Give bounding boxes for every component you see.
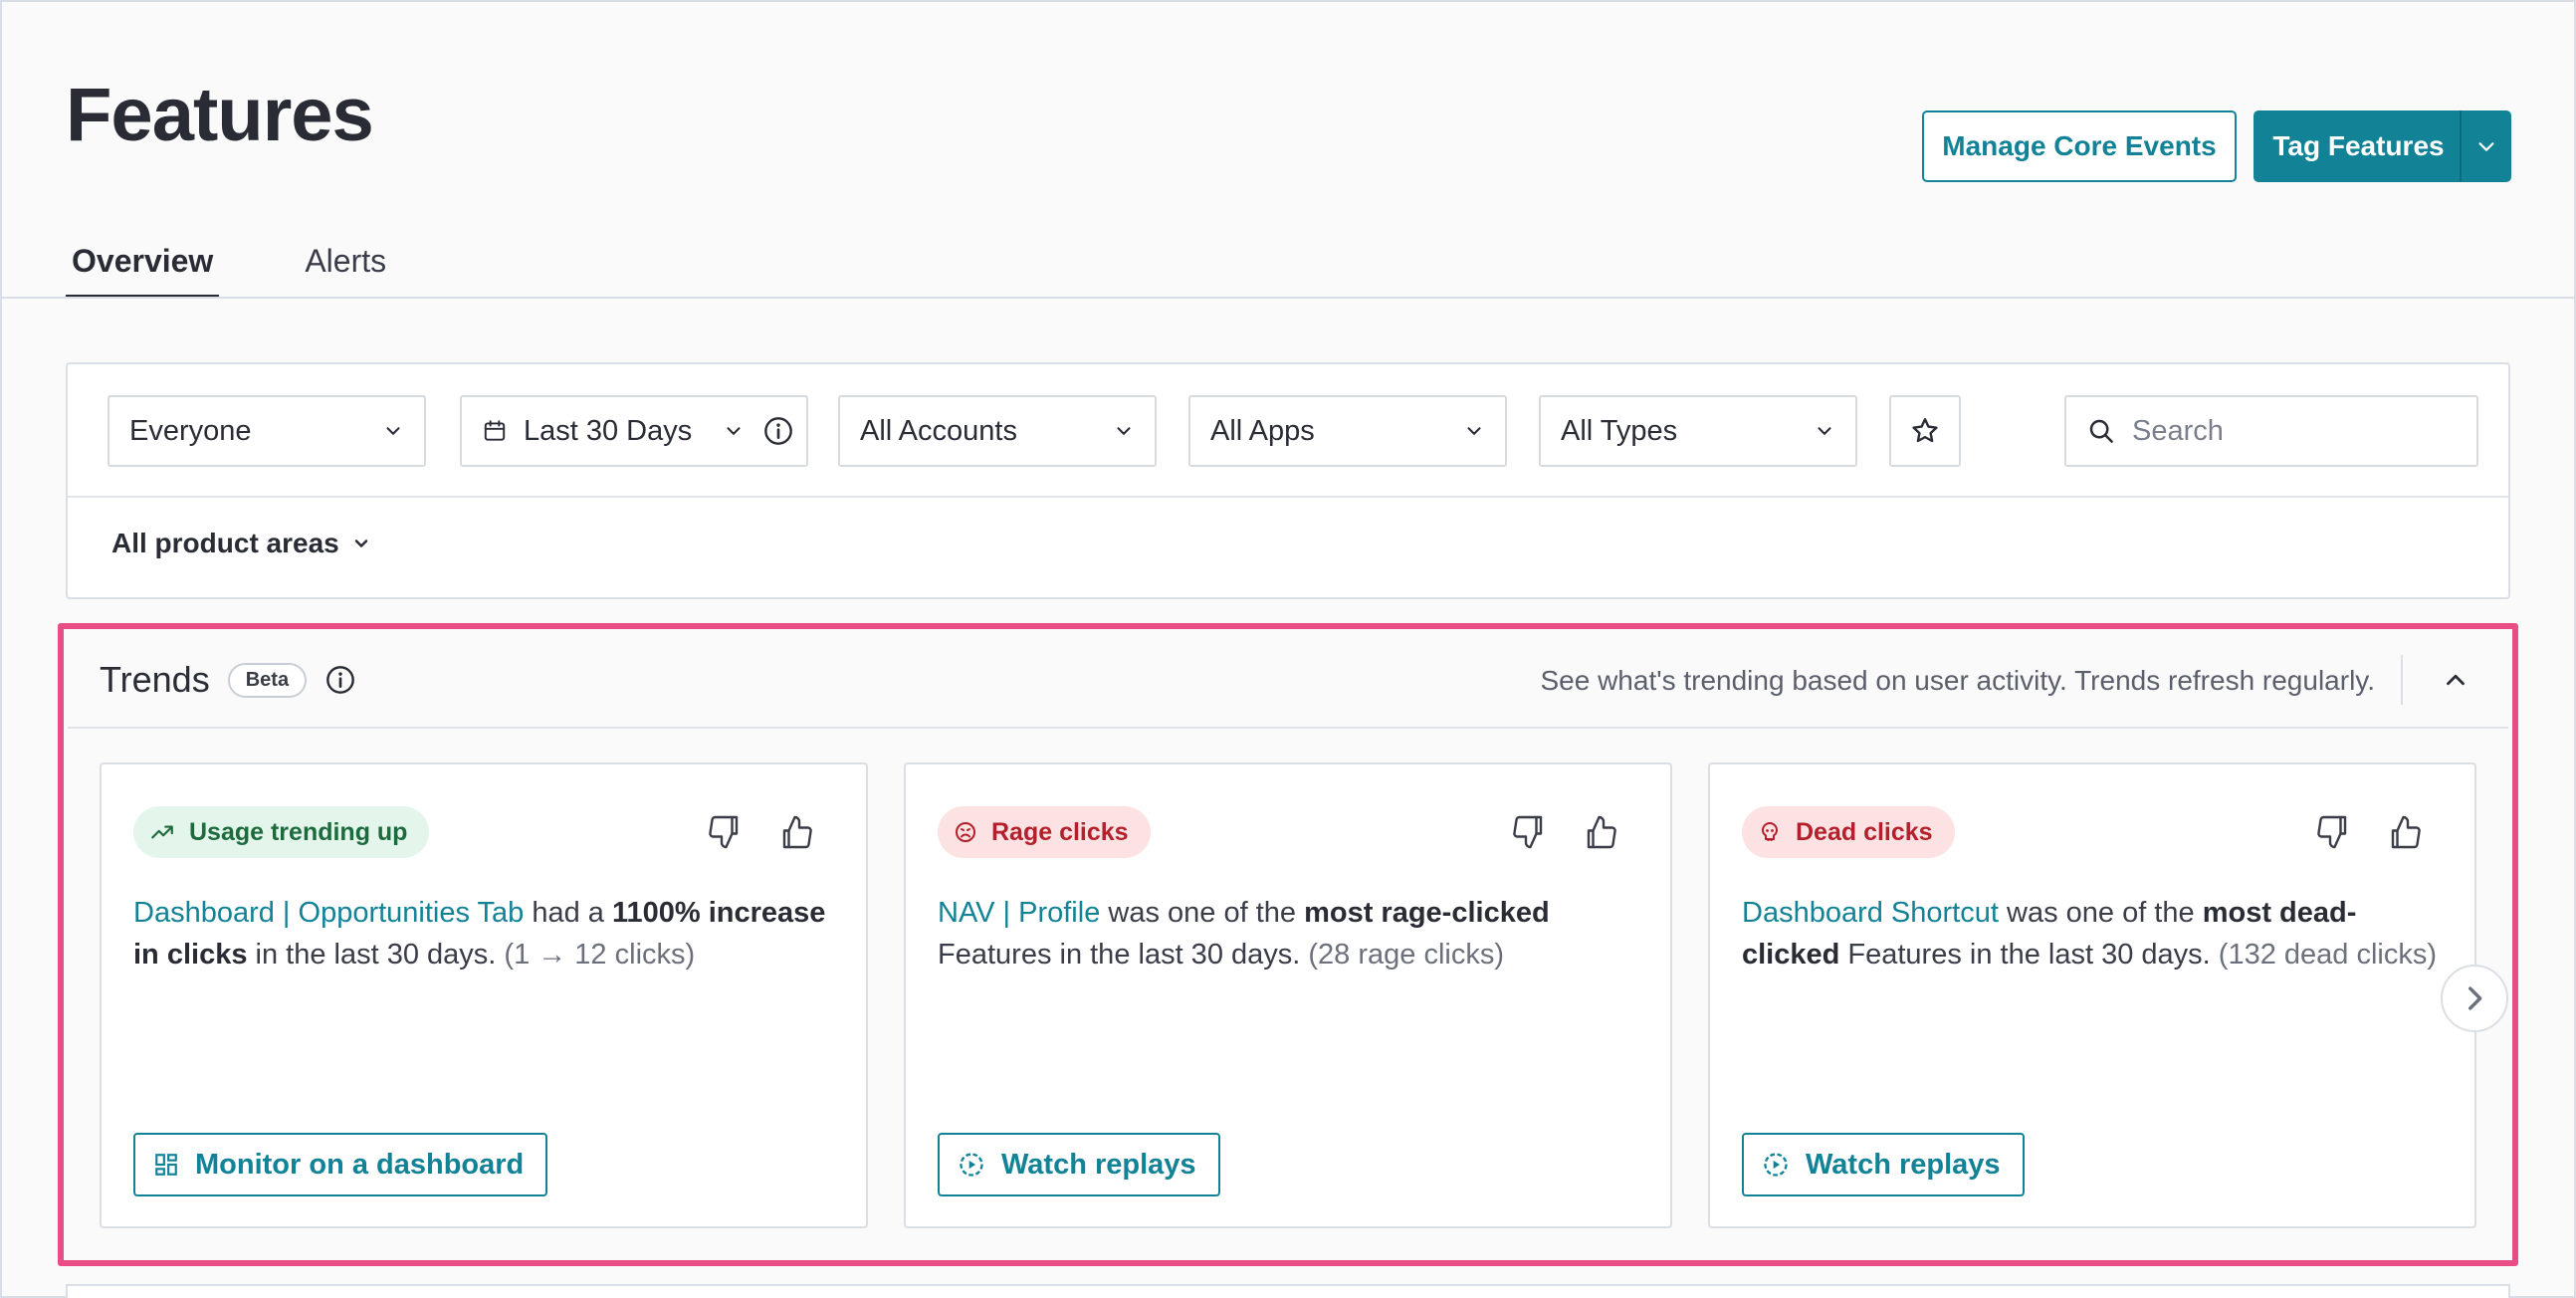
- filter-row: Everyone Last 30 Days All Accounts All A…: [68, 364, 2508, 498]
- segment-value: Everyone: [129, 414, 252, 447]
- accounts-dropdown[interactable]: All Accounts: [838, 395, 1157, 467]
- chevron-down-icon: [2478, 142, 2494, 151]
- tab-alerts[interactable]: Alerts: [299, 239, 392, 299]
- tab-bar: Overview Alerts: [66, 239, 392, 299]
- chevron-down-icon: [354, 540, 367, 547]
- search-placeholder: Search: [2132, 414, 2224, 447]
- chevron-down-icon: [1117, 427, 1131, 435]
- date-range-value: Last 30 Days: [524, 414, 693, 447]
- types-value: All Types: [1561, 414, 1678, 447]
- highlight-outline: [58, 623, 2518, 1266]
- apps-dropdown[interactable]: All Apps: [1188, 395, 1507, 467]
- favorite-button[interactable]: [1889, 395, 1961, 467]
- page-title: Features: [66, 73, 374, 157]
- manage-core-events-label: Manage Core Events: [1942, 130, 2217, 161]
- filter-panel: Everyone Last 30 Days All Accounts All A…: [66, 362, 2510, 599]
- chevron-down-icon: [386, 427, 400, 435]
- product-areas-value: All product areas: [111, 528, 339, 558]
- search-input[interactable]: Search: [2064, 395, 2478, 467]
- info-icon[interactable]: [762, 415, 794, 447]
- chevron-down-icon: [1467, 427, 1481, 435]
- page-header: Features: [66, 72, 374, 158]
- next-panel-edge: [66, 1284, 2510, 1298]
- tag-features-dropdown-toggle[interactable]: [2460, 110, 2511, 182]
- types-dropdown[interactable]: All Types: [1539, 395, 1857, 467]
- apps-value: All Apps: [1210, 414, 1315, 447]
- star-icon: [1912, 418, 1938, 443]
- accounts-value: All Accounts: [860, 414, 1017, 447]
- segment-dropdown[interactable]: Everyone: [107, 395, 426, 467]
- search-icon: [2089, 419, 2113, 443]
- tabs-divider: [0, 297, 2576, 299]
- manage-core-events-button[interactable]: Manage Core Events: [1922, 110, 2237, 182]
- product-areas-dropdown[interactable]: All product areas: [111, 528, 371, 559]
- tag-features-label: Tag Features: [2272, 130, 2445, 161]
- chevron-down-icon: [727, 427, 741, 435]
- chevron-down-icon: [1818, 427, 1831, 435]
- calendar-icon: [484, 420, 506, 441]
- date-range-dropdown[interactable]: Last 30 Days: [460, 395, 808, 467]
- tag-features-button[interactable]: Tag Features: [2254, 110, 2511, 182]
- tab-overview[interactable]: Overview: [66, 239, 220, 299]
